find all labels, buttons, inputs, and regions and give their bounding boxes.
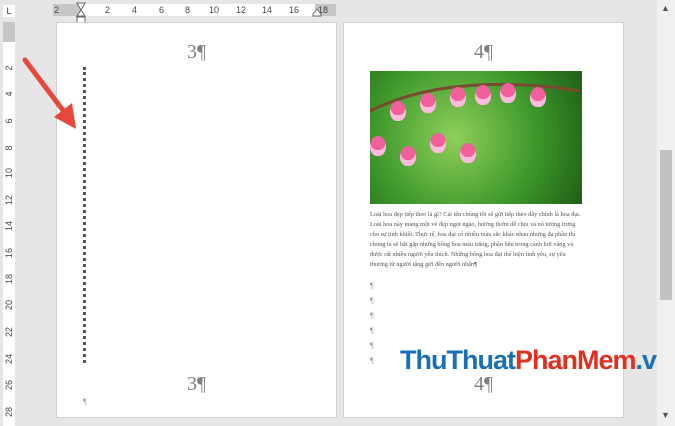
paragraph-marks-column	[83, 67, 86, 363]
flower-image[interactable]	[370, 71, 582, 204]
ruler-tick: 4	[132, 5, 138, 15]
ruler-tick: 4	[4, 91, 14, 97]
ruler-tick: 10	[209, 5, 220, 15]
red-arrow-icon	[22, 57, 76, 129]
ruler-tick: 16	[289, 5, 300, 15]
vertical-ruler[interactable]: 2 4 6 8 10 12 14 16 18 20 22 24 26 28	[3, 22, 15, 426]
ruler-tick: 14	[4, 221, 14, 232]
page-3[interactable]: 3¶ 3¶ ¶	[56, 22, 337, 418]
ruler-tick: 2	[105, 5, 111, 15]
ruler-tick: 16	[4, 248, 14, 259]
ruler-tick: 8	[185, 5, 191, 15]
watermark: ThuThuatPhanMem.vn	[400, 345, 673, 376]
horizontal-ruler[interactable]: 2 2 4 6 8 10 12 14 16 18	[0, 0, 657, 24]
scroll-down-icon[interactable]: ▼	[661, 410, 670, 420]
ruler-tick: 22	[4, 327, 14, 338]
paragraph-mark: ¶	[370, 311, 374, 320]
ruler-tick: 28	[4, 407, 14, 418]
ruler-tick: 12	[236, 5, 247, 15]
ruler-top-margin	[3, 22, 15, 42]
tab-selector-button[interactable]: L	[3, 5, 15, 17]
ruler-tick: 6	[4, 118, 14, 124]
paragraph-mark: ¶	[83, 397, 87, 406]
page-footer: 3¶	[186, 373, 207, 395]
paragraph-mark: ¶	[370, 326, 374, 335]
scrollbar-thumb[interactable]	[660, 150, 672, 300]
paragraph-mark: ¶	[370, 356, 374, 365]
paragraph-mark: ¶	[370, 296, 374, 305]
paragraph-mark: ¶	[370, 341, 374, 350]
ruler-tick: 2	[4, 65, 14, 71]
right-indent-marker-icon[interactable]	[312, 8, 322, 17]
watermark-part: ThuThuat	[400, 345, 516, 375]
ruler-tick: 2	[54, 5, 60, 15]
ruler-tick: 20	[4, 300, 14, 311]
paragraph-mark: ¶	[370, 281, 374, 290]
ruler-tick: 10	[4, 168, 14, 179]
page-header: 4¶	[473, 41, 494, 63]
ruler-tick: 6	[159, 5, 165, 15]
ruler-tick: 14	[262, 5, 273, 15]
watermark-part: PhanMem	[514, 345, 637, 375]
page-header: 3¶	[186, 41, 207, 63]
ruler-tick: 18	[4, 274, 14, 285]
body-paragraph[interactable]: Loài hoa đẹp tiếp theo là gì? Cái tên ch…	[370, 210, 582, 271]
ruler-tick: 24	[4, 354, 14, 365]
ruler-tick: 8	[4, 145, 14, 151]
ruler-tick: 26	[4, 380, 14, 391]
scroll-up-icon[interactable]: ▲	[661, 3, 670, 13]
indent-marker-icon[interactable]	[76, 2, 86, 24]
ruler-tick: 12	[4, 195, 14, 206]
page-footer: 4¶	[473, 373, 494, 395]
